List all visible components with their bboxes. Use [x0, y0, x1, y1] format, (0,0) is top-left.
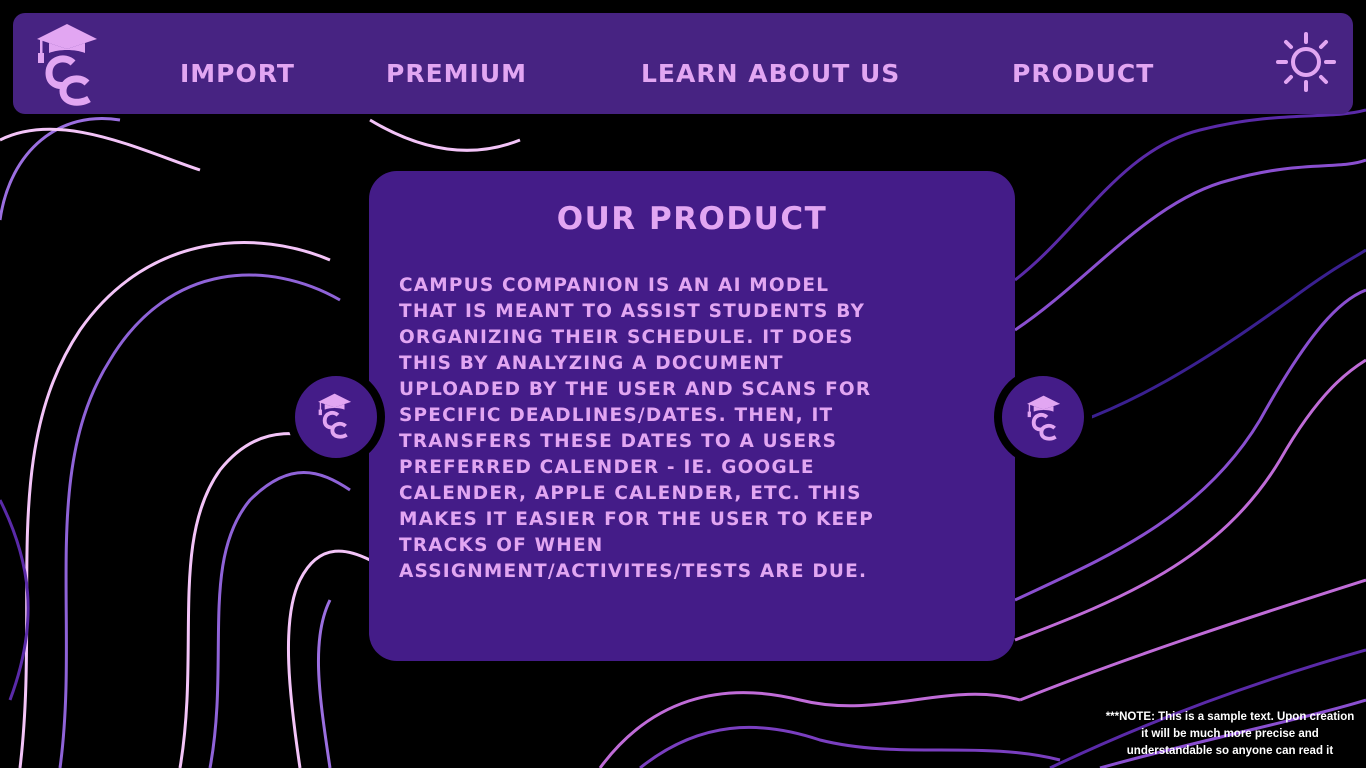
campus-companion-logo-icon — [1027, 395, 1061, 441]
note-line: ***NOTE: This is a sample text. Upon cre… — [1105, 711, 1355, 723]
logo-badge-left — [287, 368, 385, 466]
sun-icon[interactable] — [1275, 31, 1337, 93]
note-line: it will be much more precise and — [1141, 728, 1319, 740]
sample-text-note: ***NOTE: This is a sample text. Upon cre… — [1092, 709, 1366, 760]
description-line: MAKES IT EASIER FOR THE USER TO KEEP — [399, 509, 874, 530]
nav-import[interactable]: IMPORT — [180, 59, 295, 88]
nav-learn-about-us[interactable]: LEARN ABOUT US — [641, 59, 900, 88]
description-line: TRACKS OF WHEN — [399, 535, 604, 556]
description-line: SPECIFIC DEADLINES/DATES. THEN, IT — [399, 405, 834, 426]
description-line: ORGANIZING THEIR SCHEDULE. IT DOES — [399, 327, 854, 348]
note-line: understandable so anyone can read it — [1126, 745, 1334, 757]
description-line: UPLOADED BY THE USER AND SCANS FOR — [399, 379, 872, 400]
campus-companion-logo-icon[interactable] — [35, 21, 105, 106]
logo-badge-right — [994, 368, 1092, 466]
description-line: CAMPUS COMPANION IS AN AI MODEL — [399, 275, 830, 296]
product-card: OUR PRODUCT CAMPUS COMPANION IS AN AI MO… — [369, 171, 1015, 661]
description-line: THAT IS MEANT TO ASSIST STUDENTS BY — [399, 301, 866, 322]
nav-product[interactable]: PRODUCT — [1012, 59, 1154, 88]
product-description: CAMPUS COMPANION IS AN AI MODEL THAT IS … — [399, 273, 874, 585]
description-line: TRANSFERS THESE DATES TO A USERS — [399, 431, 838, 452]
description-line: THIS BY ANALYZING A DOCUMENT — [399, 353, 784, 374]
campus-companion-logo-icon — [318, 393, 352, 439]
nav-premium[interactable]: PREMIUM — [386, 59, 527, 88]
description-line: ASSIGNMENT/ACTIVITES/TESTS ARE DUE. — [399, 561, 868, 582]
description-line: CALENDER, APPLE CALENDER, ETC. THIS — [399, 483, 862, 504]
top-nav-bar: IMPORT PREMIUM LEARN ABOUT US PRODUCT — [13, 13, 1353, 114]
card-title: OUR PRODUCT — [556, 201, 828, 237]
description-line: PREFERRED CALENDER - IE. GOOGLE — [399, 457, 815, 478]
